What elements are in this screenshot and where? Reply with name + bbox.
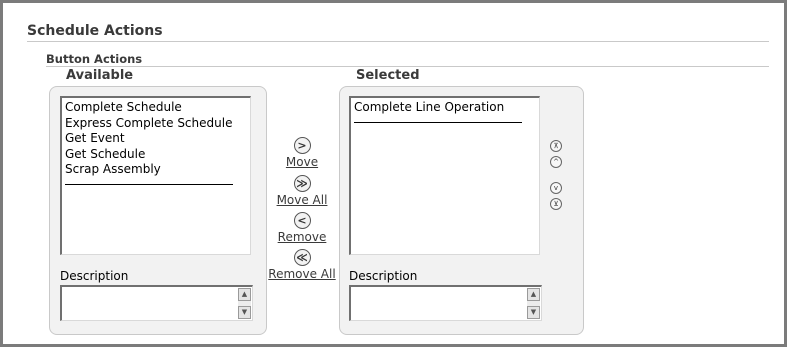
scroll-down-icon[interactable]: ▼ bbox=[527, 306, 540, 319]
selected-listbox[interactable]: Complete Line Operation bbox=[349, 96, 540, 255]
subsection-title: Button Actions bbox=[46, 52, 143, 66]
move-to-bottom-icon[interactable]: ⊻ bbox=[550, 198, 562, 210]
available-description-scrollbar[interactable]: ▲ ▼ bbox=[238, 288, 251, 319]
available-listbox[interactable]: Complete Schedule Express Complete Sched… bbox=[60, 96, 251, 255]
selected-description-label: Description bbox=[349, 269, 418, 283]
list-width-spacer bbox=[65, 183, 233, 185]
move-link[interactable]: Move bbox=[278, 155, 326, 169]
remove-icon: < bbox=[293, 212, 311, 229]
scroll-up-icon[interactable]: ▲ bbox=[527, 288, 540, 301]
available-option[interactable]: Get Schedule bbox=[65, 147, 250, 163]
available-heading: Available bbox=[66, 68, 134, 83]
scroll-down-icon[interactable]: ▼ bbox=[238, 306, 251, 319]
available-option[interactable]: Complete Schedule bbox=[65, 100, 250, 116]
section-title: Schedule Actions bbox=[27, 23, 163, 39]
available-description-label: Description bbox=[60, 269, 129, 283]
move-all-link[interactable]: Move All bbox=[276, 193, 328, 207]
remove-all-button[interactable]: ≪ Remove All bbox=[268, 249, 336, 281]
available-description-field[interactable]: ▲ ▼ bbox=[60, 285, 253, 321]
move-all-icon: ≫ bbox=[293, 175, 311, 192]
move-icon: > bbox=[293, 137, 311, 154]
move-up-icon[interactable]: ^ bbox=[550, 156, 562, 168]
remove-link[interactable]: Remove bbox=[276, 230, 328, 244]
move-button[interactable]: > Move bbox=[278, 137, 326, 169]
section-divider bbox=[27, 41, 769, 42]
selected-option[interactable]: Complete Line Operation bbox=[354, 100, 539, 116]
scroll-up-icon[interactable]: ▲ bbox=[238, 288, 251, 301]
available-option[interactable]: Get Event bbox=[65, 131, 250, 147]
remove-all-icon: ≪ bbox=[293, 249, 311, 266]
move-all-button[interactable]: ≫ Move All bbox=[276, 175, 328, 207]
list-width-spacer bbox=[354, 121, 522, 123]
available-option[interactable]: Express Complete Schedule bbox=[65, 116, 250, 132]
selected-heading: Selected bbox=[356, 68, 420, 83]
move-down-icon[interactable]: v bbox=[550, 182, 562, 194]
selected-description-field[interactable]: ▲ ▼ bbox=[349, 285, 542, 321]
move-to-top-icon[interactable]: ⊼ bbox=[550, 140, 562, 152]
remove-all-link[interactable]: Remove All bbox=[268, 267, 336, 281]
selected-description-scrollbar[interactable]: ▲ ▼ bbox=[527, 288, 540, 319]
remove-button[interactable]: < Remove bbox=[276, 212, 328, 244]
available-option[interactable]: Scrap Assembly bbox=[65, 162, 250, 178]
subsection-divider bbox=[46, 66, 769, 67]
